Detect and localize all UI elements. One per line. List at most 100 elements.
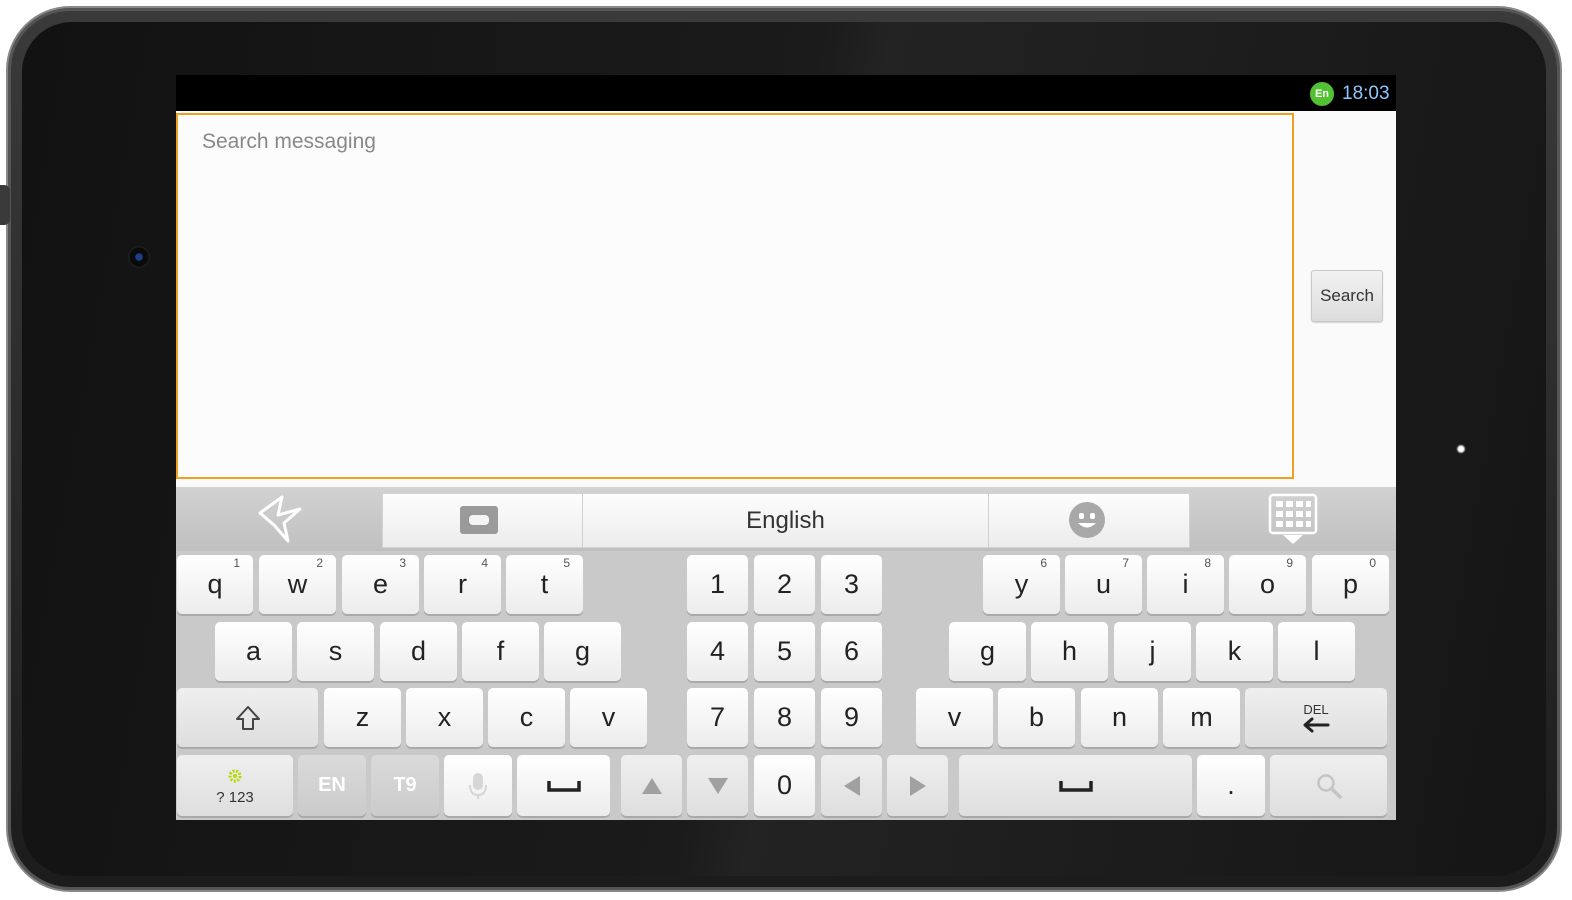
key-label: c [519,702,534,732]
key-t[interactable]: t 5 [506,555,583,614]
key-5[interactable]: 5 [754,622,815,681]
swype-logo-icon[interactable] [254,493,310,545]
key-label: v [947,702,962,732]
search-input[interactable] [200,123,1104,161]
key-label: 0 [776,770,793,800]
key-s[interactable]: s [297,622,374,681]
key-v-right[interactable]: v [916,688,993,747]
key-n[interactable]: n [1081,688,1158,747]
magnifier-icon [1316,773,1342,799]
key-label: k [1227,636,1242,666]
key-r[interactable]: r 4 [424,555,501,614]
key-number-hint: 9 [1286,556,1293,570]
key-3[interactable]: 3 [821,555,882,614]
key-number-hint: 4 [481,556,488,570]
key-label: w [287,569,308,599]
key-label: 5 [776,636,793,666]
key-o[interactable]: o 9 [1229,555,1306,614]
delete-label: DEL [1303,701,1329,717]
key-4[interactable]: 4 [687,622,748,681]
key-e[interactable]: e 3 [342,555,419,614]
key-label: m [1190,702,1213,732]
key-y[interactable]: y 6 [983,555,1060,614]
device-screen: En 18:03 Search English [176,75,1396,820]
key-k[interactable]: k [1196,622,1273,681]
t9-key[interactable]: T9 [371,755,439,816]
key-label: f [496,636,505,666]
keyboard-hide-icon[interactable] [1268,493,1318,545]
language-key[interactable]: EN [298,755,366,816]
key-6[interactable]: 6 [821,622,882,681]
key-2[interactable]: 2 [754,555,815,614]
key-number-hint: 6 [1040,556,1047,570]
key-number-hint: 3 [399,556,406,570]
delete-key[interactable]: DEL [1245,688,1387,747]
symbols-key[interactable]: ? 123 [177,755,293,816]
light-sensor [1456,444,1466,454]
key-c[interactable]: c [488,688,565,747]
voice-input-key[interactable] [444,755,512,816]
cursor-right-key[interactable] [887,755,948,816]
key-label: x [437,702,452,732]
key-label: e [372,569,389,599]
key-label: 1 [709,569,726,599]
key-label: s [328,636,343,666]
key-label: o [1259,569,1276,599]
key-label: a [245,636,262,666]
key-i[interactable]: i 8 [1147,555,1224,614]
key-u[interactable]: u 7 [1065,555,1142,614]
period-key[interactable]: . [1197,755,1265,816]
key-g[interactable]: g [544,622,621,681]
cursor-up-key[interactable] [621,755,682,816]
key-z[interactable]: z [324,688,401,747]
shift-key[interactable] [177,688,318,747]
cursor-pad-icon[interactable] [459,504,499,536]
key-label: p [1342,569,1359,599]
key-x[interactable]: x [406,688,483,747]
status-bar: En 18:03 [176,75,1396,111]
key-label: u [1095,569,1112,599]
language-selector[interactable]: English [583,493,988,548]
arrow-right-icon [909,775,926,796]
key-q[interactable]: q 1 [177,555,253,614]
key-g-right[interactable]: g [949,622,1026,681]
search-action-key[interactable] [1270,755,1387,816]
search-button[interactable]: Search [1311,270,1383,322]
cursor-left-key[interactable] [821,755,882,816]
space-key[interactable] [959,755,1192,816]
key-label: g [574,636,591,666]
key-w[interactable]: w 2 [259,555,336,614]
key-a[interactable]: a [215,622,292,681]
key-v[interactable]: v [570,688,647,747]
keyboard-toolbar: English [176,487,1396,551]
key-f[interactable]: f [462,622,539,681]
status-clock: 18:03 [1342,83,1390,104]
key-m[interactable]: m [1163,688,1240,747]
key-l[interactable]: l [1278,622,1355,681]
key-number-hint: 0 [1369,556,1376,570]
emoji-icon[interactable] [1068,501,1106,539]
key-label: n [1111,702,1128,732]
key-label: t [540,569,549,599]
key-h[interactable]: h [1031,622,1108,681]
key-number-hint: 5 [563,556,570,570]
key-label: g [979,636,996,666]
key-p[interactable]: p 0 [1312,555,1389,614]
space-key-left[interactable] [517,755,610,816]
language-key-label: EN [318,774,346,796]
key-number-hint: 1 [233,556,240,570]
cursor-down-key[interactable] [687,755,748,816]
key-label: 3 [843,569,860,599]
key-d[interactable]: d [380,622,457,681]
key-number-hint: 7 [1122,556,1129,570]
key-j[interactable]: j [1114,622,1191,681]
key-b[interactable]: b [998,688,1075,747]
key-9[interactable]: 9 [821,688,882,747]
toolbar-divider [988,493,989,548]
key-1[interactable]: 1 [687,555,748,614]
key-8[interactable]: 8 [754,688,815,747]
space-bar-icon [546,780,581,792]
search-field-container[interactable] [176,113,1294,479]
key-7[interactable]: 7 [687,688,748,747]
key-0[interactable]: 0 [754,755,815,816]
